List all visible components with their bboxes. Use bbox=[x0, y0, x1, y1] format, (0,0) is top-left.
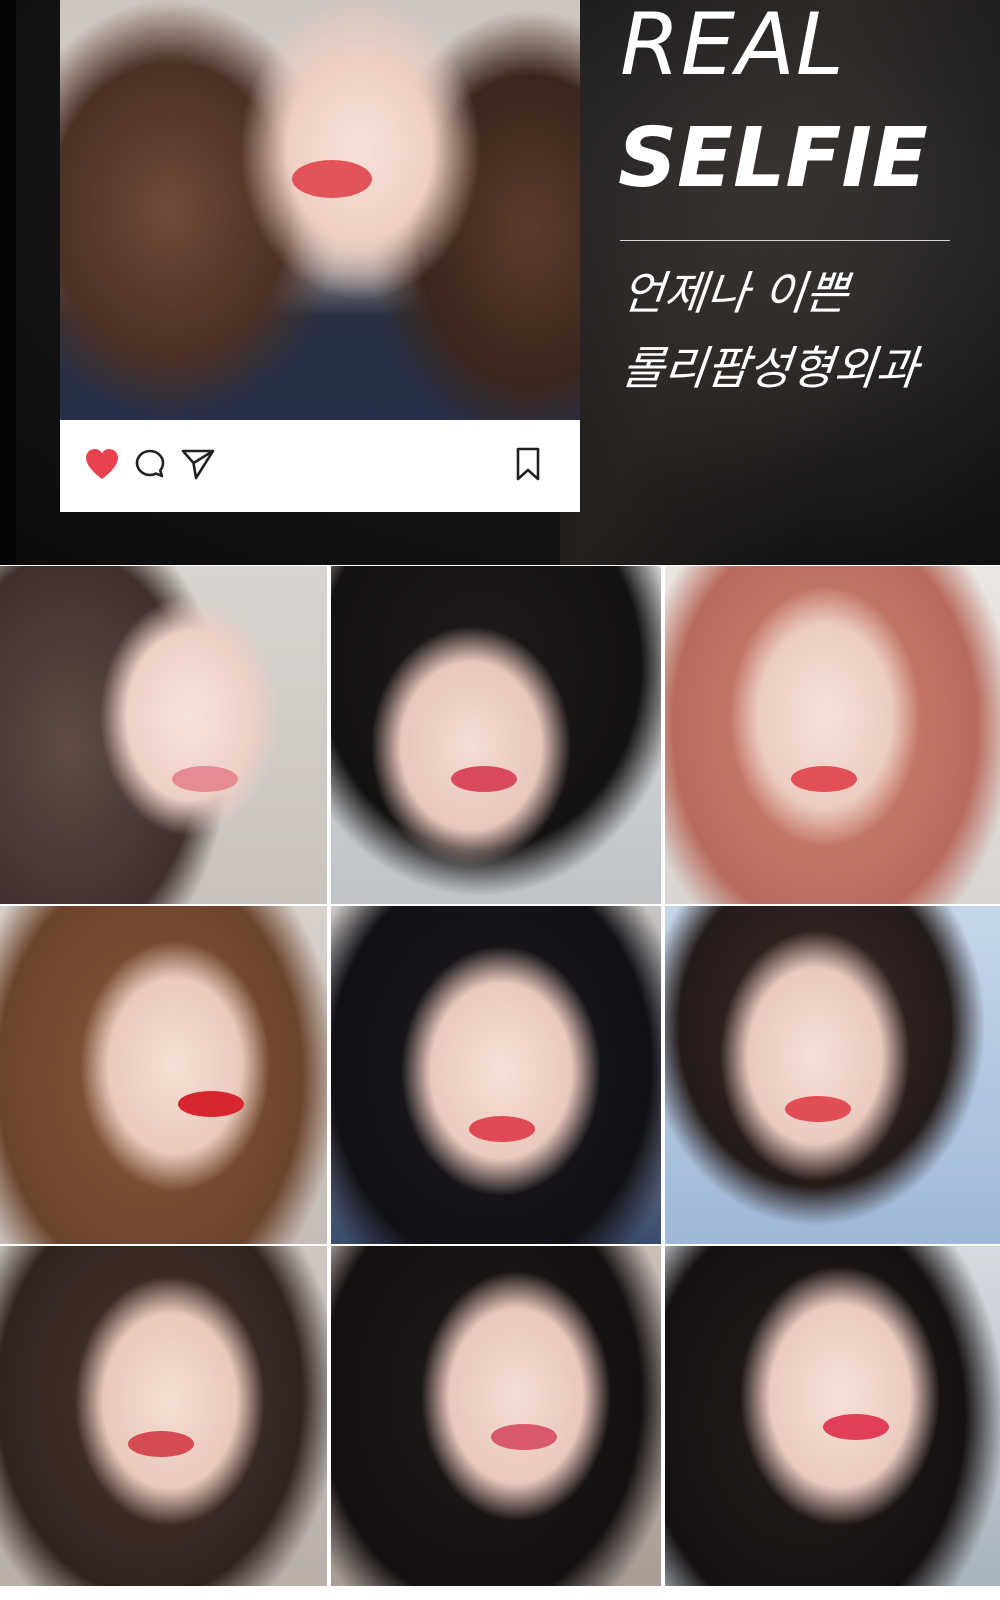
hero-divider bbox=[620, 240, 950, 241]
send-icon[interactable] bbox=[178, 444, 218, 484]
hero-edge-strip bbox=[0, 0, 16, 565]
selfie-gallery-grid bbox=[0, 566, 1000, 1586]
lips bbox=[491, 1424, 557, 1450]
gallery-photo bbox=[0, 566, 327, 904]
lips bbox=[823, 1414, 889, 1440]
gallery-photo bbox=[331, 566, 661, 904]
comment-icon[interactable] bbox=[130, 444, 170, 484]
heart-icon[interactable] bbox=[82, 444, 122, 484]
lips bbox=[128, 1431, 194, 1457]
hero-subtitle-line1: 언제나 이쁜 bbox=[619, 266, 852, 320]
photo-lips bbox=[292, 160, 372, 198]
post-photo bbox=[60, 0, 580, 420]
gallery-photo bbox=[331, 1246, 661, 1586]
gallery-photo bbox=[0, 906, 327, 1244]
gallery-photo bbox=[665, 1246, 1000, 1586]
lips bbox=[469, 1116, 535, 1142]
hero-subtitle-line2: 롤리팝성형외과 bbox=[619, 341, 922, 395]
hero-title-real: REAL bbox=[620, 0, 845, 95]
selfie-post-card bbox=[60, 0, 580, 512]
gallery-photo bbox=[665, 566, 1000, 904]
gallery-photo bbox=[0, 1246, 327, 1586]
post-action-bar bbox=[60, 420, 580, 512]
lips bbox=[451, 766, 517, 792]
bookmark-icon[interactable] bbox=[508, 444, 548, 484]
gallery-photo bbox=[331, 906, 661, 1244]
gallery-photo bbox=[665, 906, 1000, 1244]
lips bbox=[785, 1096, 851, 1122]
hero-banner: REAL SELFIE 언제나 이쁜 롤리팝성형외과 bbox=[0, 0, 1000, 565]
lips bbox=[791, 766, 857, 792]
lips bbox=[178, 1091, 244, 1117]
hero-title-selfie: SELFIE bbox=[618, 111, 928, 206]
lips bbox=[172, 766, 238, 792]
